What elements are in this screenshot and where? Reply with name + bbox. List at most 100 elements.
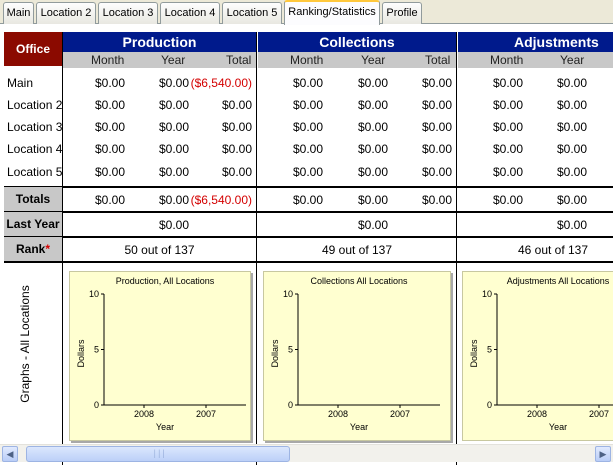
cell-prod-total: $0.00 [221, 98, 252, 112]
chart-title: Adjustments All Locations [507, 276, 610, 286]
adjustments-header: Adjustments [458, 32, 613, 52]
cell-coll-month: $0.00 [292, 142, 323, 156]
y-tick-label: 0 [288, 400, 293, 410]
last-year-label: Last Year [4, 212, 62, 236]
tab-ranking-statistics[interactable]: Ranking/Statistics [284, 0, 380, 25]
y-tick-label: 5 [288, 345, 293, 355]
cell-prod-year: $0.00 [158, 165, 189, 179]
x-tick-label: 2008 [527, 409, 547, 419]
divider [4, 261, 613, 263]
cell-adj-month: $0.00 [492, 98, 523, 112]
totals-prod-year: $0.00 [158, 193, 189, 207]
x-axis-label: Year [549, 422, 567, 432]
last-year-coll: $0.00 [357, 218, 388, 232]
cell-adj-year: $0.00 [556, 98, 587, 112]
cell-coll-month: $0.00 [292, 120, 323, 134]
totals-adj-month: $0.00 [492, 193, 523, 207]
tab-location-3[interactable]: Location 3 [98, 2, 158, 24]
cell-prod-total: $0.00 [221, 165, 252, 179]
divider [256, 32, 257, 465]
y-axis-label: Dollars [76, 339, 86, 368]
y-tick-label: 0 [487, 400, 492, 410]
cell-prod-month: $0.00 [94, 120, 125, 134]
cell-prod-month: $0.00 [94, 165, 125, 179]
rank-label-text: Rank [15, 242, 46, 256]
adjustments-subheader: Month Year [458, 52, 613, 68]
scroll-thumb[interactable]: │││ [26, 446, 290, 462]
cell-adj-month: $0.00 [492, 120, 523, 134]
grip-icon: │││ [153, 451, 167, 458]
cell-adj-month: $0.00 [492, 142, 523, 156]
col-total: Total [226, 53, 252, 67]
x-tick-label: 2007 [589, 409, 609, 419]
cell-prod-year: $0.00 [158, 76, 189, 90]
tab-location-2[interactable]: Location 2 [36, 2, 96, 24]
tab-profile[interactable]: Profile [382, 2, 422, 24]
cell-prod-month: $0.00 [94, 76, 125, 90]
production-chart: Production, All Locations 10 5 0 2008 2007 Yea… [76, 276, 246, 432]
cell-coll-year: $0.00 [357, 98, 388, 112]
cell-coll-month: $0.00 [292, 76, 323, 90]
chart-title: Production, All Locations [116, 276, 215, 286]
cell-coll-year: $0.00 [357, 165, 388, 179]
rank-footnote-star: * [45, 242, 50, 256]
x-axis-label: Year [350, 422, 368, 432]
production-graph: Production, All Locations 10 5 0 2008 2007 Yea… [69, 271, 251, 441]
rank-label: Rank * [4, 237, 62, 261]
rank-production: 50 out of 137 [124, 243, 195, 257]
cell-coll-month: $0.00 [292, 98, 323, 112]
row-label: Location 4 [7, 142, 63, 156]
col-year: Year [361, 53, 386, 67]
graphs-label: Graphs - All Locations [18, 285, 32, 403]
y-tick-label: 0 [94, 400, 99, 410]
adjustments-chart: Adjustments All Locations 10 5 0 2008 2007 Yea… [469, 276, 613, 432]
cell-adj-year: $0.00 [556, 142, 587, 156]
cell-prod-total: $0.00 [221, 142, 252, 156]
collections-graph: Collections All Locations 10 5 0 2008 2007 Yea… [263, 271, 451, 441]
y-tick-label: 10 [283, 289, 293, 299]
cell-coll-month: $0.00 [292, 165, 323, 179]
totals-coll-month: $0.00 [292, 193, 323, 207]
production-header: Production [63, 32, 256, 52]
cell-adj-year: $0.00 [556, 120, 587, 134]
cell-prod-month: $0.00 [94, 142, 125, 156]
col-month: Month [91, 53, 125, 67]
tab-location-5[interactable]: Location 5 [222, 2, 282, 24]
ranking-statistics-panel: Office Production Collections Adjustment… [0, 24, 613, 465]
x-tick-label: 2007 [390, 409, 410, 419]
col-year: Year [161, 53, 186, 67]
office-header: Office [4, 32, 62, 66]
cell-coll-total: $0.00 [421, 142, 452, 156]
totals-coll-year: $0.00 [357, 193, 388, 207]
tab-location-4[interactable]: Location 4 [160, 2, 220, 24]
col-total: Total [425, 53, 451, 67]
divider [4, 186, 613, 188]
cell-prod-month: $0.00 [94, 98, 125, 112]
cell-coll-year: $0.00 [357, 120, 388, 134]
cell-prod-year: $0.00 [158, 98, 189, 112]
y-tick-label: 5 [487, 345, 492, 355]
scroll-right-button[interactable]: ▶ [595, 446, 611, 462]
last-year-adj: $0.00 [556, 218, 587, 232]
horizontal-scrollbar[interactable]: ◀ │││ ▶ [0, 444, 613, 462]
tab-main[interactable]: Main [3, 2, 34, 24]
tab-bar: Main Location 2 Location 3 Location 4 Lo… [0, 0, 613, 25]
collections-subheader: Month Year Total [258, 52, 456, 68]
rank-adjustments: 46 out of 137 [517, 243, 589, 257]
cell-adj-year: $0.00 [556, 165, 587, 179]
x-axis-label: Year [156, 422, 174, 432]
rank-collections: 49 out of 137 [321, 243, 393, 257]
divider [4, 236, 613, 238]
col-month: Month [290, 53, 324, 67]
totals-prod-total: ($6,540.00) [190, 193, 252, 207]
y-tick-label: 10 [482, 289, 492, 299]
y-axis-label: Dollars [270, 339, 280, 368]
cell-adj-month: $0.00 [492, 165, 523, 179]
scroll-left-button[interactable]: ◀ [2, 446, 18, 462]
last-year-prod: $0.00 [158, 218, 189, 232]
adjustments-graph: Adjustments All Locations 10 5 0 2008 2007 Yea… [462, 271, 613, 441]
cell-coll-year: $0.00 [357, 142, 388, 156]
cell-prod-year: $0.00 [158, 142, 189, 156]
chart-title: Collections All Locations [310, 276, 408, 286]
totals-coll-total: $0.00 [421, 193, 452, 207]
